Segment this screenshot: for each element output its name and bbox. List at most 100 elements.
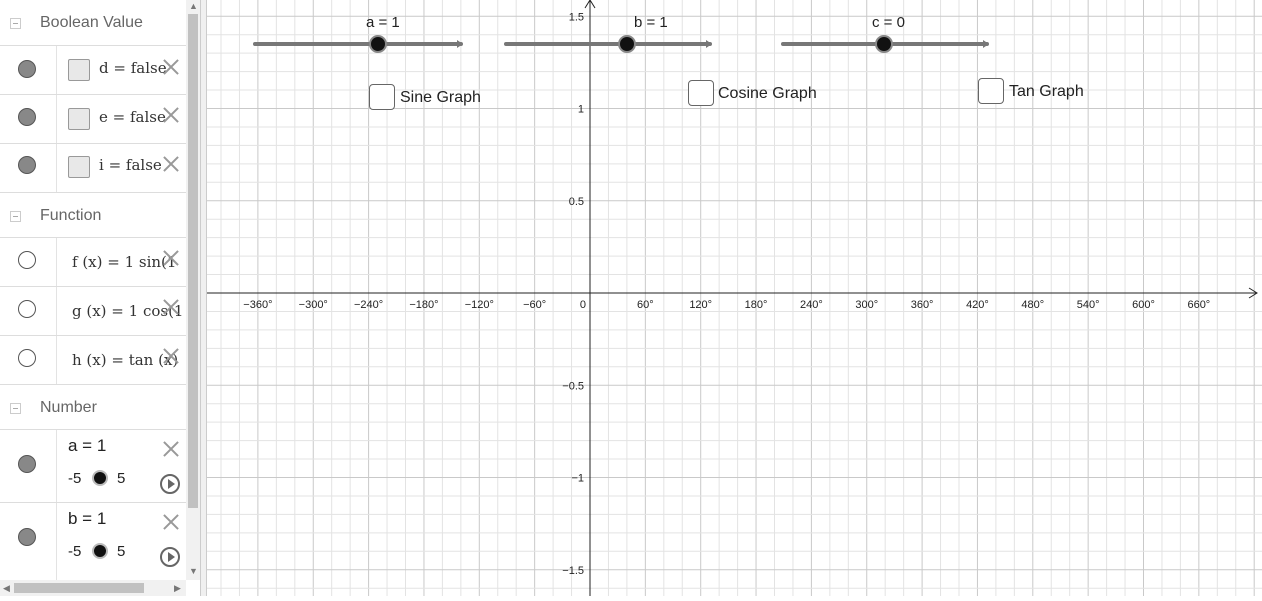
visibility-toggle-icon[interactable]: [18, 455, 36, 473]
scroll-right-icon[interactable]: ▶: [174, 583, 181, 594]
group-number[interactable]: Number: [0, 384, 186, 433]
scroll-left-icon[interactable]: ◀: [3, 583, 10, 594]
x-tick-label: 0: [580, 299, 586, 311]
x-tick-label: 180°: [745, 299, 768, 311]
x-tick-label: 360°: [911, 299, 934, 311]
list-item-boolean-e[interactable]: e = false: [0, 94, 186, 143]
collapse-icon[interactable]: [10, 211, 21, 222]
collapse-icon[interactable]: [10, 403, 21, 414]
x-tick-label: 60°: [637, 299, 654, 311]
x-tick-label: 120°: [689, 299, 712, 311]
group-title-number: Number: [40, 399, 97, 416]
list-item-function-g[interactable]: g (x) = 1 cos(1: [0, 286, 186, 335]
tan-graph-label[interactable]: Tan Graph: [1009, 83, 1084, 101]
list-item-boolean-d[interactable]: d = false: [0, 45, 186, 94]
delete-icon[interactable]: [162, 347, 180, 365]
visibility-toggle-icon[interactable]: [18, 300, 36, 318]
collapse-icon[interactable]: [10, 18, 21, 29]
delete-icon[interactable]: [162, 155, 180, 173]
slider-b[interactable]: [504, 35, 712, 53]
list-item-number-b[interactable]: b = 1 -5 5: [0, 502, 186, 580]
group-function[interactable]: Function: [0, 192, 186, 241]
y-tick-label: 1: [578, 104, 584, 116]
slider-max: 5: [117, 470, 126, 487]
scroll-up-icon[interactable]: ▲: [189, 1, 198, 11]
slider-knob[interactable]: [875, 35, 893, 53]
expression-text[interactable]: d = false: [99, 59, 169, 77]
slider-end-icon: [983, 40, 989, 48]
visibility-toggle-icon[interactable]: [18, 156, 36, 174]
cosine-graph-label[interactable]: Cosine Graph: [718, 85, 817, 103]
group-title-function: Function: [40, 207, 102, 224]
play-icon[interactable]: [160, 547, 180, 567]
slider-min: -5: [68, 470, 82, 487]
expression-text[interactable]: e = false: [99, 108, 169, 126]
list-item-function-h[interactable]: h (x) = tan (x): [0, 335, 186, 384]
scroll-thumb[interactable]: [14, 583, 144, 593]
y-tick-label: −1.5: [562, 565, 584, 577]
visibility-toggle-icon[interactable]: [18, 108, 36, 126]
slider-max: 5: [117, 543, 126, 560]
x-tick-label: −60°: [523, 299, 546, 311]
visibility-toggle-icon[interactable]: [18, 349, 36, 367]
list-item-number-a[interactable]: a = 1 -5 5: [0, 429, 186, 502]
slider-end-icon: [457, 40, 463, 48]
delete-icon[interactable]: [162, 440, 180, 458]
boolean-checkbox[interactable]: [68, 156, 90, 178]
number-label[interactable]: b = 1: [68, 509, 106, 529]
horizontal-scrollbar[interactable]: ◀ ▶: [0, 580, 186, 596]
visibility-toggle-icon[interactable]: [18, 60, 36, 78]
panel-divider[interactable]: [200, 0, 207, 596]
y-tick-label: 1.5: [569, 11, 584, 23]
number-label[interactable]: a = 1: [68, 436, 106, 456]
expression-text[interactable]: i = false: [99, 156, 163, 174]
slider-a[interactable]: [253, 35, 463, 53]
slider-knob[interactable]: [92, 543, 108, 559]
slider-a-label: a = 1: [366, 14, 400, 31]
boolean-checkbox[interactable]: [68, 108, 90, 130]
y-tick-label: 0.5: [569, 196, 584, 208]
slider-c[interactable]: [781, 35, 989, 53]
group-boolean[interactable]: Boolean Value: [0, 0, 186, 48]
list-item-function-f[interactable]: f (x) = 1 sin(1: [0, 237, 186, 286]
tan-graph-checkbox[interactable]: [978, 78, 1004, 104]
x-tick-label: 300°: [855, 299, 878, 311]
list-item-boolean-i[interactable]: i = false: [0, 143, 186, 192]
delete-icon[interactable]: [162, 513, 180, 531]
boolean-checkbox[interactable]: [68, 59, 90, 81]
x-tick-label: −180°: [409, 299, 438, 311]
slider-end-icon: [706, 40, 712, 48]
x-tick-label: −300°: [299, 299, 328, 311]
x-tick-labels: −360° −300° −240° −180° −120° −60° 0 60° 120° 180…: [243, 299, 1210, 311]
sine-graph-label[interactable]: Sine Graph: [400, 89, 481, 107]
visibility-toggle-icon[interactable]: [18, 251, 36, 269]
scroll-down-icon[interactable]: ▼: [189, 566, 198, 576]
delete-icon[interactable]: [162, 298, 180, 316]
x-tick-label: 540°: [1077, 299, 1100, 311]
visibility-toggle-icon[interactable]: [18, 528, 36, 546]
x-tick-label: −240°: [354, 299, 383, 311]
scroll-thumb[interactable]: [188, 14, 198, 508]
delete-icon[interactable]: [162, 58, 180, 76]
x-tick-label: 600°: [1132, 299, 1155, 311]
play-icon[interactable]: [160, 474, 180, 494]
slider-knob[interactable]: [618, 35, 636, 53]
x-tick-label: −120°: [465, 299, 494, 311]
delete-icon[interactable]: [162, 249, 180, 267]
x-tick-label: 480°: [1021, 299, 1044, 311]
slider-knob[interactable]: [369, 35, 387, 53]
y-tick-labels: 1.5 1 0.5 −0.5 −1 −1.5: [562, 11, 584, 577]
slider-c-label: c = 0: [872, 14, 905, 31]
sine-graph-checkbox[interactable]: [369, 84, 395, 110]
vertical-scrollbar[interactable]: ▲ ▼: [186, 0, 200, 580]
slider-knob[interactable]: [92, 470, 108, 486]
delete-icon[interactable]: [162, 106, 180, 124]
cosine-graph-checkbox[interactable]: [688, 80, 714, 106]
slider-b-label: b = 1: [634, 14, 668, 31]
group-title-boolean: Boolean Value: [40, 14, 143, 31]
x-tick-label: 240°: [800, 299, 823, 311]
x-tick-label: 660°: [1187, 299, 1210, 311]
graphics-view[interactable]: −360° −300° −240° −180° −120° −60° 0 60° 120° 180…: [207, 0, 1262, 596]
y-tick-label: −0.5: [562, 380, 584, 392]
x-tick-label: 420°: [966, 299, 989, 311]
